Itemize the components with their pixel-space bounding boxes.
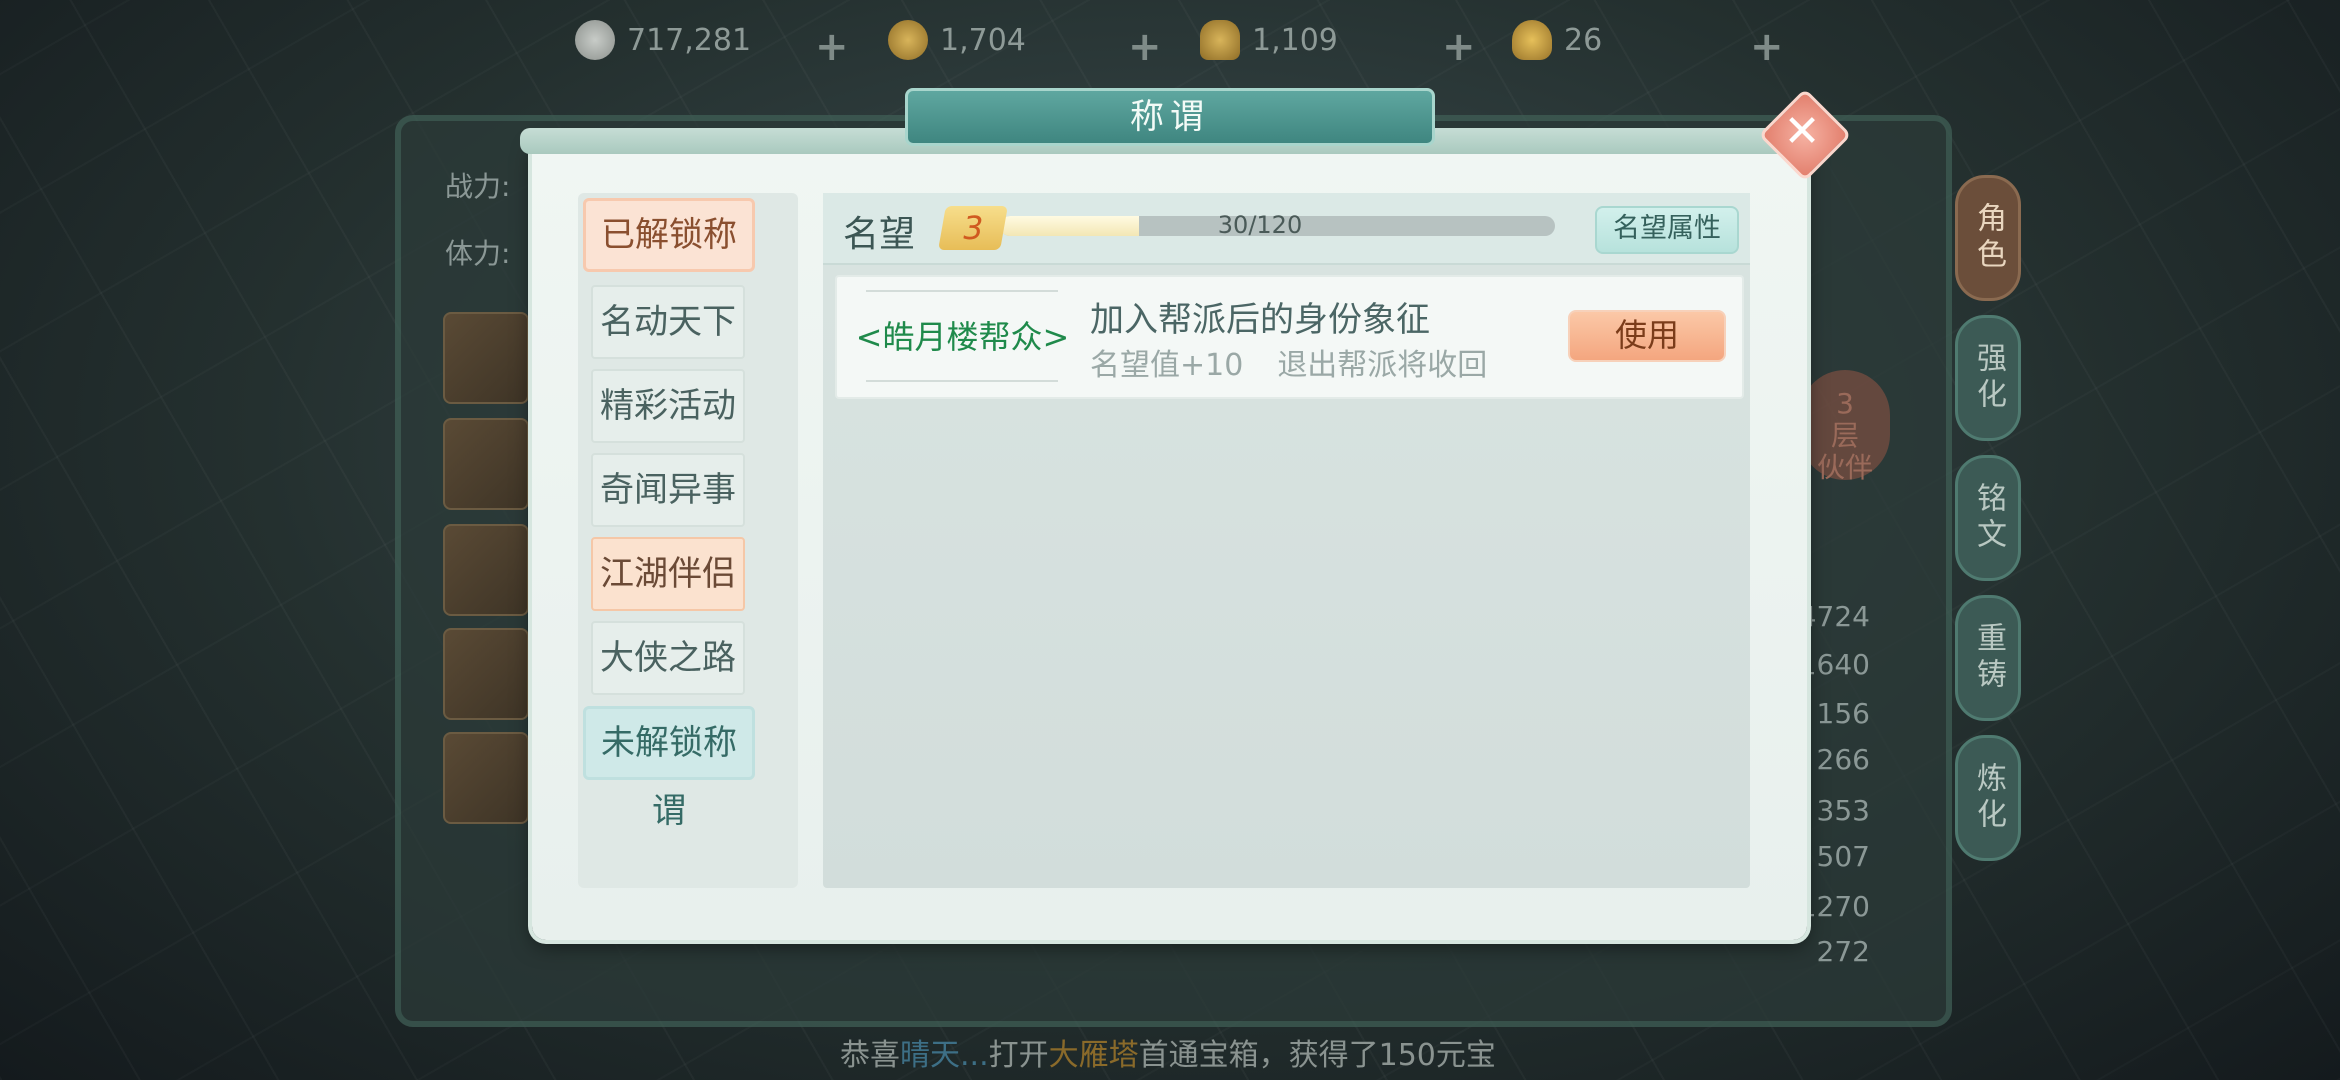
use-title-button[interactable]: 使用 [1568, 310, 1726, 362]
add-gold-button[interactable]: + [1128, 27, 1162, 67]
silver-coin-icon [575, 20, 615, 60]
currency-gold: 1,704 [888, 20, 1026, 60]
tab-refine[interactable]: 炼化 [1955, 735, 2021, 861]
nav-item-oddities[interactable]: 奇闻异事 [591, 453, 745, 527]
nav-item-events[interactable]: 精彩活动 [591, 369, 745, 443]
ticker-player: 晴天... [900, 1038, 989, 1073]
equipment-slot [443, 732, 529, 824]
currency-value: 1,109 [1252, 22, 1338, 58]
equipment-slot [443, 524, 529, 616]
title-name-divider [866, 290, 1058, 292]
reputation-label: 名望 [843, 214, 916, 255]
stamina-label: 体力: [445, 237, 511, 270]
nav-item-companion[interactable]: 江湖伴侣 [591, 537, 745, 611]
title-name-divider [866, 380, 1058, 382]
currency-value: 26 [1564, 22, 1603, 58]
title-note: 退出帮派将收回 [1277, 348, 1488, 383]
partner-level: 3 [1836, 387, 1854, 420]
unlocked-titles-tab[interactable]: 已解锁称谓 [583, 198, 755, 323]
gold-ingot-icon [1200, 20, 1240, 60]
system-ticker: 恭喜晴天...打开大雁塔首通宝箱，获得了150元宝 [840, 1030, 1496, 1074]
equipment-slot [443, 312, 529, 404]
reputation-attributes-button[interactable]: 名望属性 [1595, 206, 1739, 254]
close-button[interactable]: ✕ [1758, 88, 1852, 182]
ticker-item: 大雁塔 [1048, 1038, 1139, 1073]
currency-silver: 717,281 [575, 20, 751, 60]
partner-label: 伙伴 [1816, 451, 1873, 484]
add-yuanbao-button[interactable]: + [1750, 27, 1784, 67]
equipment-slot [443, 418, 529, 510]
gold-coin-icon [888, 20, 928, 60]
title-description: 加入帮派后的身份象征 [1090, 300, 1430, 340]
title-details: 名望值+10 退出帮派将收回 [1090, 340, 1521, 384]
title-bonus: 名望值+10 [1090, 348, 1244, 383]
tab-enhance[interactable]: 强化 [1955, 315, 2021, 441]
add-ingot-button[interactable]: + [1442, 27, 1476, 67]
currency-value: 717,281 [627, 22, 752, 58]
nav-item-hero-road[interactable]: 大侠之路 [591, 621, 745, 695]
currency-yuanbao: 26 [1512, 20, 1602, 60]
currency-value: 1,704 [940, 22, 1026, 58]
nav-item-renowned[interactable]: 名动天下 [591, 285, 745, 359]
add-silver-button[interactable]: + [815, 27, 849, 67]
power-label: 战力: [445, 170, 511, 203]
close-icon: ✕ [1783, 106, 1821, 157]
tab-inscription[interactable]: 铭文 [1955, 455, 2021, 581]
currency-ingot: 1,109 [1200, 20, 1338, 60]
partner-badge[interactable]: 3 层 伙伴 [1800, 370, 1890, 484]
reputation-level-badge: 3 [938, 206, 1008, 250]
yuanbao-icon [1512, 20, 1552, 60]
title-name: <皓月楼帮众> [855, 318, 1070, 356]
ticker-text: 打开 [988, 1038, 1049, 1073]
tab-reforge[interactable]: 重铸 [1955, 595, 2021, 721]
equipment-slot [443, 628, 529, 720]
dialog-title: 称谓 [905, 88, 1435, 146]
locked-titles-tab[interactable]: 未解锁称谓 [583, 706, 755, 831]
partner-unit: 层 [1830, 419, 1859, 452]
tab-character[interactable]: 角色 [1955, 175, 2021, 301]
reputation-progress-text: 30/120 [1217, 211, 1303, 239]
ticker-text: 首通宝箱，获得了150元宝 [1138, 1038, 1496, 1073]
ticker-text: 恭喜 [840, 1038, 900, 1073]
